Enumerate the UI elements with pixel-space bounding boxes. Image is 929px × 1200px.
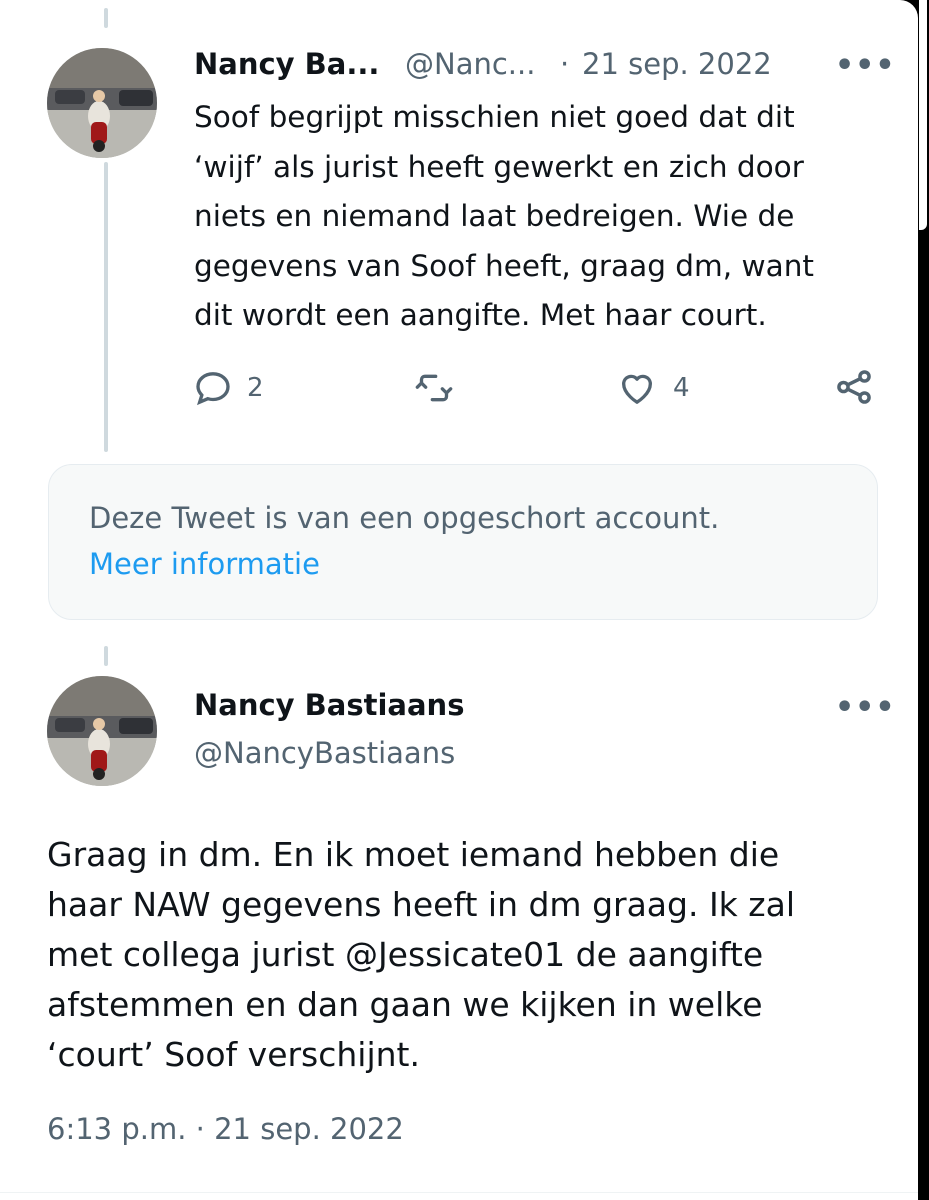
tweet-timestamp[interactable]: 6:13 p.m. · 21 sep. 2022 — [47, 1112, 404, 1146]
like-button[interactable]: 4 — [617, 368, 690, 408]
more-options-icon[interactable]: ••• — [835, 51, 896, 81]
display-name[interactable]: Nancy Ba... — [194, 47, 379, 81]
avatar[interactable] — [47, 676, 157, 786]
notice-text: Deze Tweet is van een opgeschort account… — [89, 501, 720, 535]
reply-count: 2 — [247, 373, 264, 403]
tweet-text: Soof begrijpt misschien niet goed dat di… — [194, 100, 814, 332]
scrollbar[interactable] — [918, 0, 929, 1200]
share-nodes-icon — [833, 366, 875, 408]
separator: · — [560, 47, 570, 81]
thread-line-tweet1 — [104, 162, 108, 452]
heart-icon — [617, 368, 657, 408]
more-info-link[interactable]: Meer informatie — [89, 547, 320, 581]
suspended-account-notice: Deze Tweet is van een opgeschort account… — [48, 464, 878, 620]
retweet-button[interactable] — [412, 368, 456, 408]
tweet-thread-card: Nancy Ba... @Nanc... · 21 sep. 2022 ••• … — [0, 0, 918, 1200]
thread-line-mid — [104, 646, 108, 666]
display-name[interactable]: Nancy Bastiaans — [194, 688, 464, 722]
avatar[interactable] — [47, 48, 157, 158]
more-options-icon[interactable]: ••• — [835, 693, 896, 723]
speech-bubble-icon — [193, 368, 233, 408]
thread-line-top — [104, 8, 108, 28]
handle[interactable]: @NancyBastiaans — [194, 736, 455, 770]
reply-button[interactable]: 2 — [193, 368, 264, 408]
tweet-text: Graag in dm. En ik moet iemand hebben di… — [47, 835, 795, 1074]
handle[interactable]: @Nanc... — [405, 47, 535, 81]
like-count: 4 — [673, 373, 690, 403]
divider — [0, 1192, 918, 1193]
share-button[interactable] — [833, 366, 875, 408]
retweet-icon — [412, 368, 456, 408]
tweet-date[interactable]: 21 sep. 2022 — [582, 47, 772, 81]
scrollbar-thumb[interactable] — [919, 0, 927, 230]
